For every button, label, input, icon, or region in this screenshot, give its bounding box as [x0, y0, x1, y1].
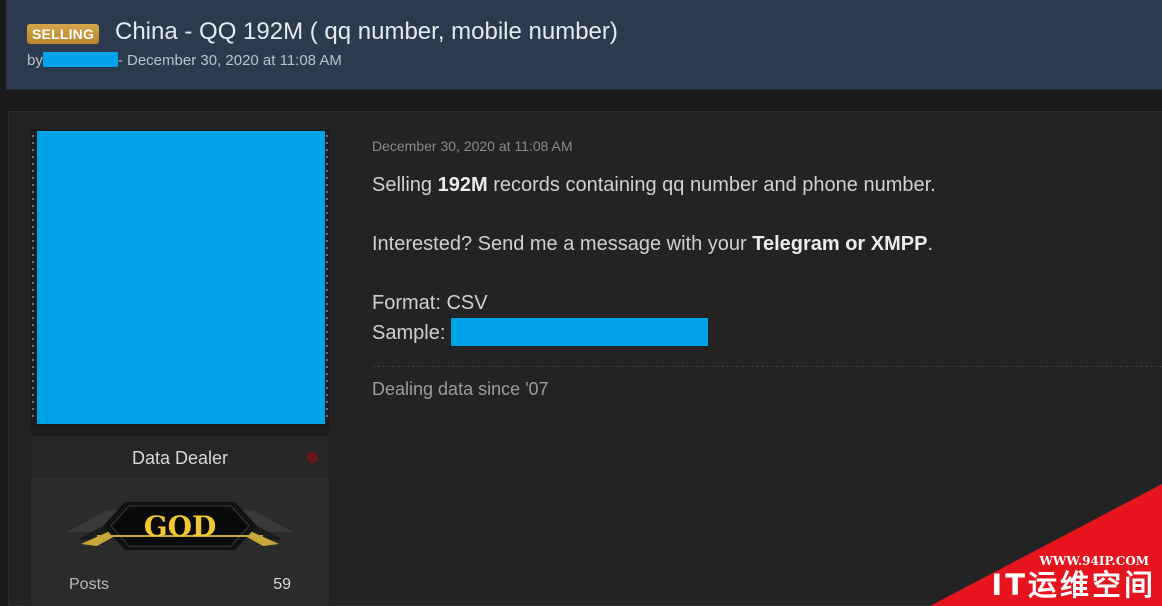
posts-label: Posts	[69, 576, 110, 593]
thread-date: - December 30, 2020 at 11:08 AM	[117, 52, 342, 69]
post-line-contact: Interested? Send me a message with your …	[372, 233, 934, 255]
signature-divider	[372, 366, 1162, 367]
selling-badge: SELLING	[27, 24, 100, 44]
post-line-selling: Selling 192M records containing qq numbe…	[372, 174, 936, 196]
posts-count: 59	[273, 576, 291, 593]
contact-methods: Telegram or XMPP	[752, 233, 928, 255]
post-body: Selling 192M records containing qq numbe…	[372, 171, 1152, 348]
by-label: by	[27, 52, 43, 69]
post-line-format: Format: CSV	[372, 292, 488, 314]
user-stats: GOD Posts 59	[31, 478, 329, 606]
forum-thread-page: SELLING China - QQ 192M ( qq number, mob…	[0, 0, 1162, 606]
watermark-brand: IT运维空间	[991, 568, 1156, 602]
thread-header: SELLING China - QQ 192M ( qq number, mob…	[6, 0, 1162, 90]
user-role: Data Dealer	[131, 448, 229, 468]
avatar-border-left	[32, 135, 34, 420]
avatar[interactable]	[37, 131, 325, 424]
post-date: December 30, 2020 at 11:08 AM	[372, 138, 573, 154]
signature: Dealing data since '07	[372, 379, 549, 399]
thread-meta: by - December 30, 2020 at 11:08 AM	[27, 52, 342, 70]
record-count: 192M	[437, 174, 488, 196]
watermark: WWW.94IP.COM IT运维空间	[930, 484, 1162, 606]
post-line-sample: Sample:	[372, 318, 1152, 348]
offline-status-dot	[307, 452, 318, 463]
user-role-bar: Data Dealer	[31, 436, 329, 478]
redacted-sample-link[interactable]	[450, 318, 708, 346]
redacted-author-link[interactable]	[42, 52, 118, 67]
rank-text: GOD	[144, 510, 217, 543]
thread-title: China - QQ 192M ( qq number, mobile numb…	[115, 18, 618, 45]
avatar-border-right	[326, 135, 328, 420]
avatar-frame	[31, 129, 329, 426]
god-rank-badge: GOD	[67, 502, 293, 550]
user-panel: Data Dealer GOD Posts 59	[31, 129, 329, 606]
